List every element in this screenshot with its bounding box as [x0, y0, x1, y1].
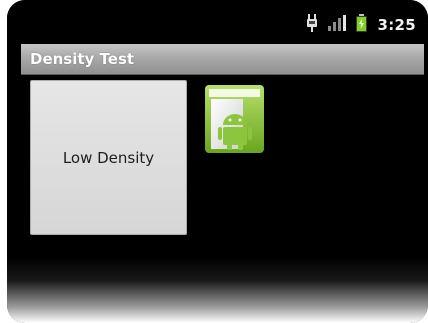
- battery-icon: [356, 14, 368, 36]
- signal-icon: [328, 15, 347, 35]
- title-bar: Density Test: [21, 44, 424, 75]
- content-area: Low Density: [21, 75, 424, 285]
- status-bar: 3:25: [7, 0, 428, 42]
- low-density-button[interactable]: Low Density: [30, 80, 187, 235]
- usb-debug-icon: [306, 14, 318, 36]
- button-label: Low Density: [62, 148, 155, 167]
- phone-screen: 3:25 Density Test Low Density: [7, 0, 428, 323]
- clock: 3:25: [377, 16, 416, 34]
- status-icons: 3:25: [306, 14, 416, 36]
- app-title: Density Test: [30, 50, 135, 68]
- android-robot-icon: [205, 85, 264, 153]
- bottom-fade: [7, 258, 428, 323]
